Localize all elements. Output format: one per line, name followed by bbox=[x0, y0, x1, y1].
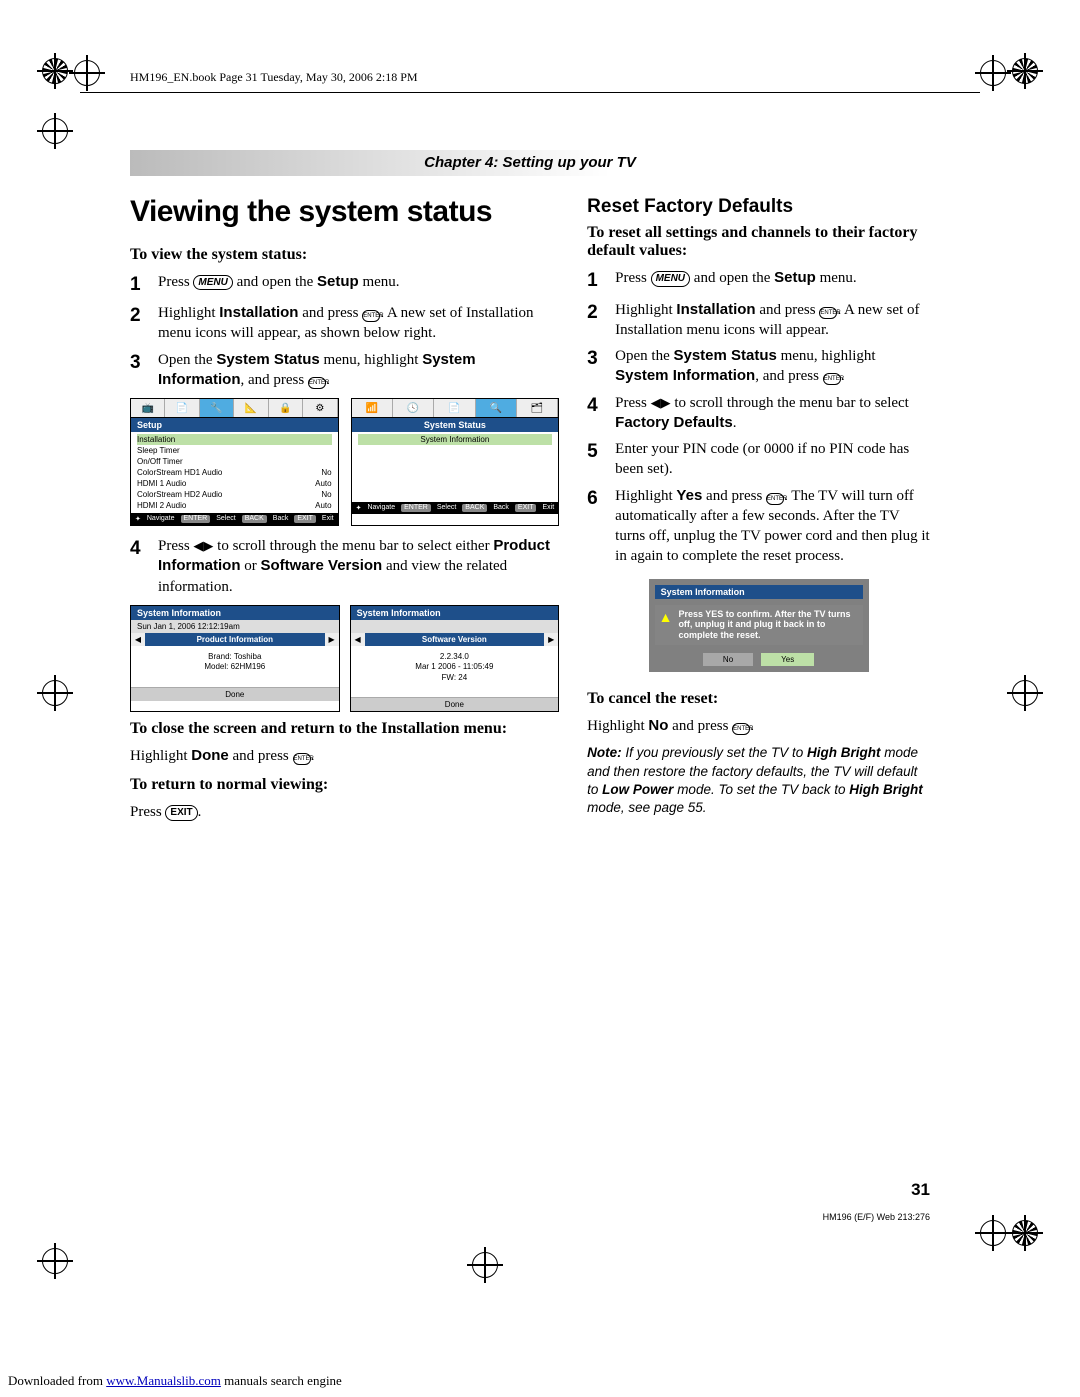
step-number: 3 bbox=[587, 346, 605, 387]
body-text: Press EXIT. bbox=[130, 802, 559, 822]
step-text: Press ◀▶ to scroll through the menu bar … bbox=[615, 393, 930, 434]
step-text: Press MENU and open the Setup menu. bbox=[615, 268, 930, 294]
body-text: Highlight Done and press ENTER. bbox=[130, 746, 559, 766]
step-number: 4 bbox=[130, 536, 148, 597]
book-header: HM196_EN.book Page 31 Tuesday, May 30, 2… bbox=[130, 70, 418, 85]
software-version-osd: System Information ◀Software Version▶ 2.… bbox=[350, 605, 560, 712]
step-text: Highlight Installation and press ENTER. … bbox=[158, 303, 559, 344]
step-number: 2 bbox=[130, 303, 148, 344]
subheading: To view the system status: bbox=[130, 246, 559, 264]
subheading: To cancel the reset: bbox=[587, 690, 930, 708]
reg-mark bbox=[980, 60, 1006, 86]
system-status-osd: 📶🕓📄 🔍🗂 System Status System Information … bbox=[351, 398, 560, 526]
body-text: Highlight No and press ENTER. bbox=[587, 716, 930, 736]
page-number: 31 bbox=[911, 1180, 930, 1200]
subheading: To close the screen and return to the In… bbox=[130, 720, 559, 738]
note-text: Note: If you previously set the TV to Hi… bbox=[587, 744, 930, 817]
step-text: Open the System Status menu, highlight S… bbox=[615, 346, 930, 387]
chapter-heading: Chapter 4: Setting up your TV bbox=[130, 150, 930, 176]
main-heading: Viewing the system status bbox=[130, 196, 559, 228]
manualslib-link[interactable]: www.Manualslib.com bbox=[106, 1373, 221, 1388]
step-number: 1 bbox=[587, 268, 605, 294]
no-button: No bbox=[703, 653, 753, 666]
system-info-osd-pair: System Information Sun Jan 1, 2006 12:12… bbox=[130, 605, 559, 712]
reg-mark bbox=[1012, 680, 1038, 706]
step-number: 4 bbox=[587, 393, 605, 434]
step-text: Highlight Yes and press ENTER. The TV wi… bbox=[615, 486, 930, 567]
subheading: To return to normal viewing: bbox=[130, 776, 559, 794]
step-text: Highlight Installation and press ENTER. … bbox=[615, 300, 930, 341]
subheading: To reset all settings and channels to th… bbox=[587, 224, 930, 260]
reg-mark bbox=[42, 1248, 68, 1274]
reg-mark bbox=[1012, 1220, 1038, 1246]
product-info-osd: System Information Sun Jan 1, 2006 12:12… bbox=[130, 605, 340, 712]
step-number: 1 bbox=[130, 272, 148, 298]
page-footer-right: HM196 (E/F) Web 213:276 bbox=[823, 1212, 930, 1222]
download-footer: Downloaded from www.Manualslib.com manua… bbox=[8, 1373, 342, 1389]
reg-mark bbox=[42, 118, 68, 144]
reg-mark bbox=[42, 680, 68, 706]
step-text: Press ◀▶ to scroll through the menu bar … bbox=[158, 536, 559, 597]
rule bbox=[80, 92, 980, 93]
step-number: 3 bbox=[130, 350, 148, 391]
section-heading: Reset Factory Defaults bbox=[587, 196, 930, 218]
step-number: 5 bbox=[587, 439, 605, 480]
warning-icon: ▲ bbox=[659, 609, 673, 641]
reg-mark bbox=[1012, 58, 1038, 84]
reg-mark bbox=[74, 60, 100, 86]
step-number: 2 bbox=[587, 300, 605, 341]
reg-mark bbox=[42, 58, 68, 84]
setup-menu-osd: 📺📄🔧 📐🔒⚙ Setup Installation Sleep Timer O… bbox=[130, 398, 339, 526]
reg-mark bbox=[472, 1252, 498, 1278]
step-text: Press MENU and open the Setup menu. bbox=[158, 272, 559, 298]
step-text: Open the System Status menu, highlight S… bbox=[158, 350, 559, 391]
reg-mark bbox=[980, 1220, 1006, 1246]
osd-screenshots: 📺📄🔧 📐🔒⚙ Setup Installation Sleep Timer O… bbox=[130, 398, 559, 526]
yes-button: Yes bbox=[761, 653, 814, 666]
menu-button-icon: MENU bbox=[193, 275, 232, 291]
reset-modal-osd: System Information ▲ Press YES to confir… bbox=[587, 579, 930, 672]
page-content: Chapter 4: Setting up your TV Viewing th… bbox=[130, 150, 930, 1250]
step-number: 6 bbox=[587, 486, 605, 567]
step-text: Enter your PIN code (or 0000 if no PIN c… bbox=[615, 439, 930, 480]
